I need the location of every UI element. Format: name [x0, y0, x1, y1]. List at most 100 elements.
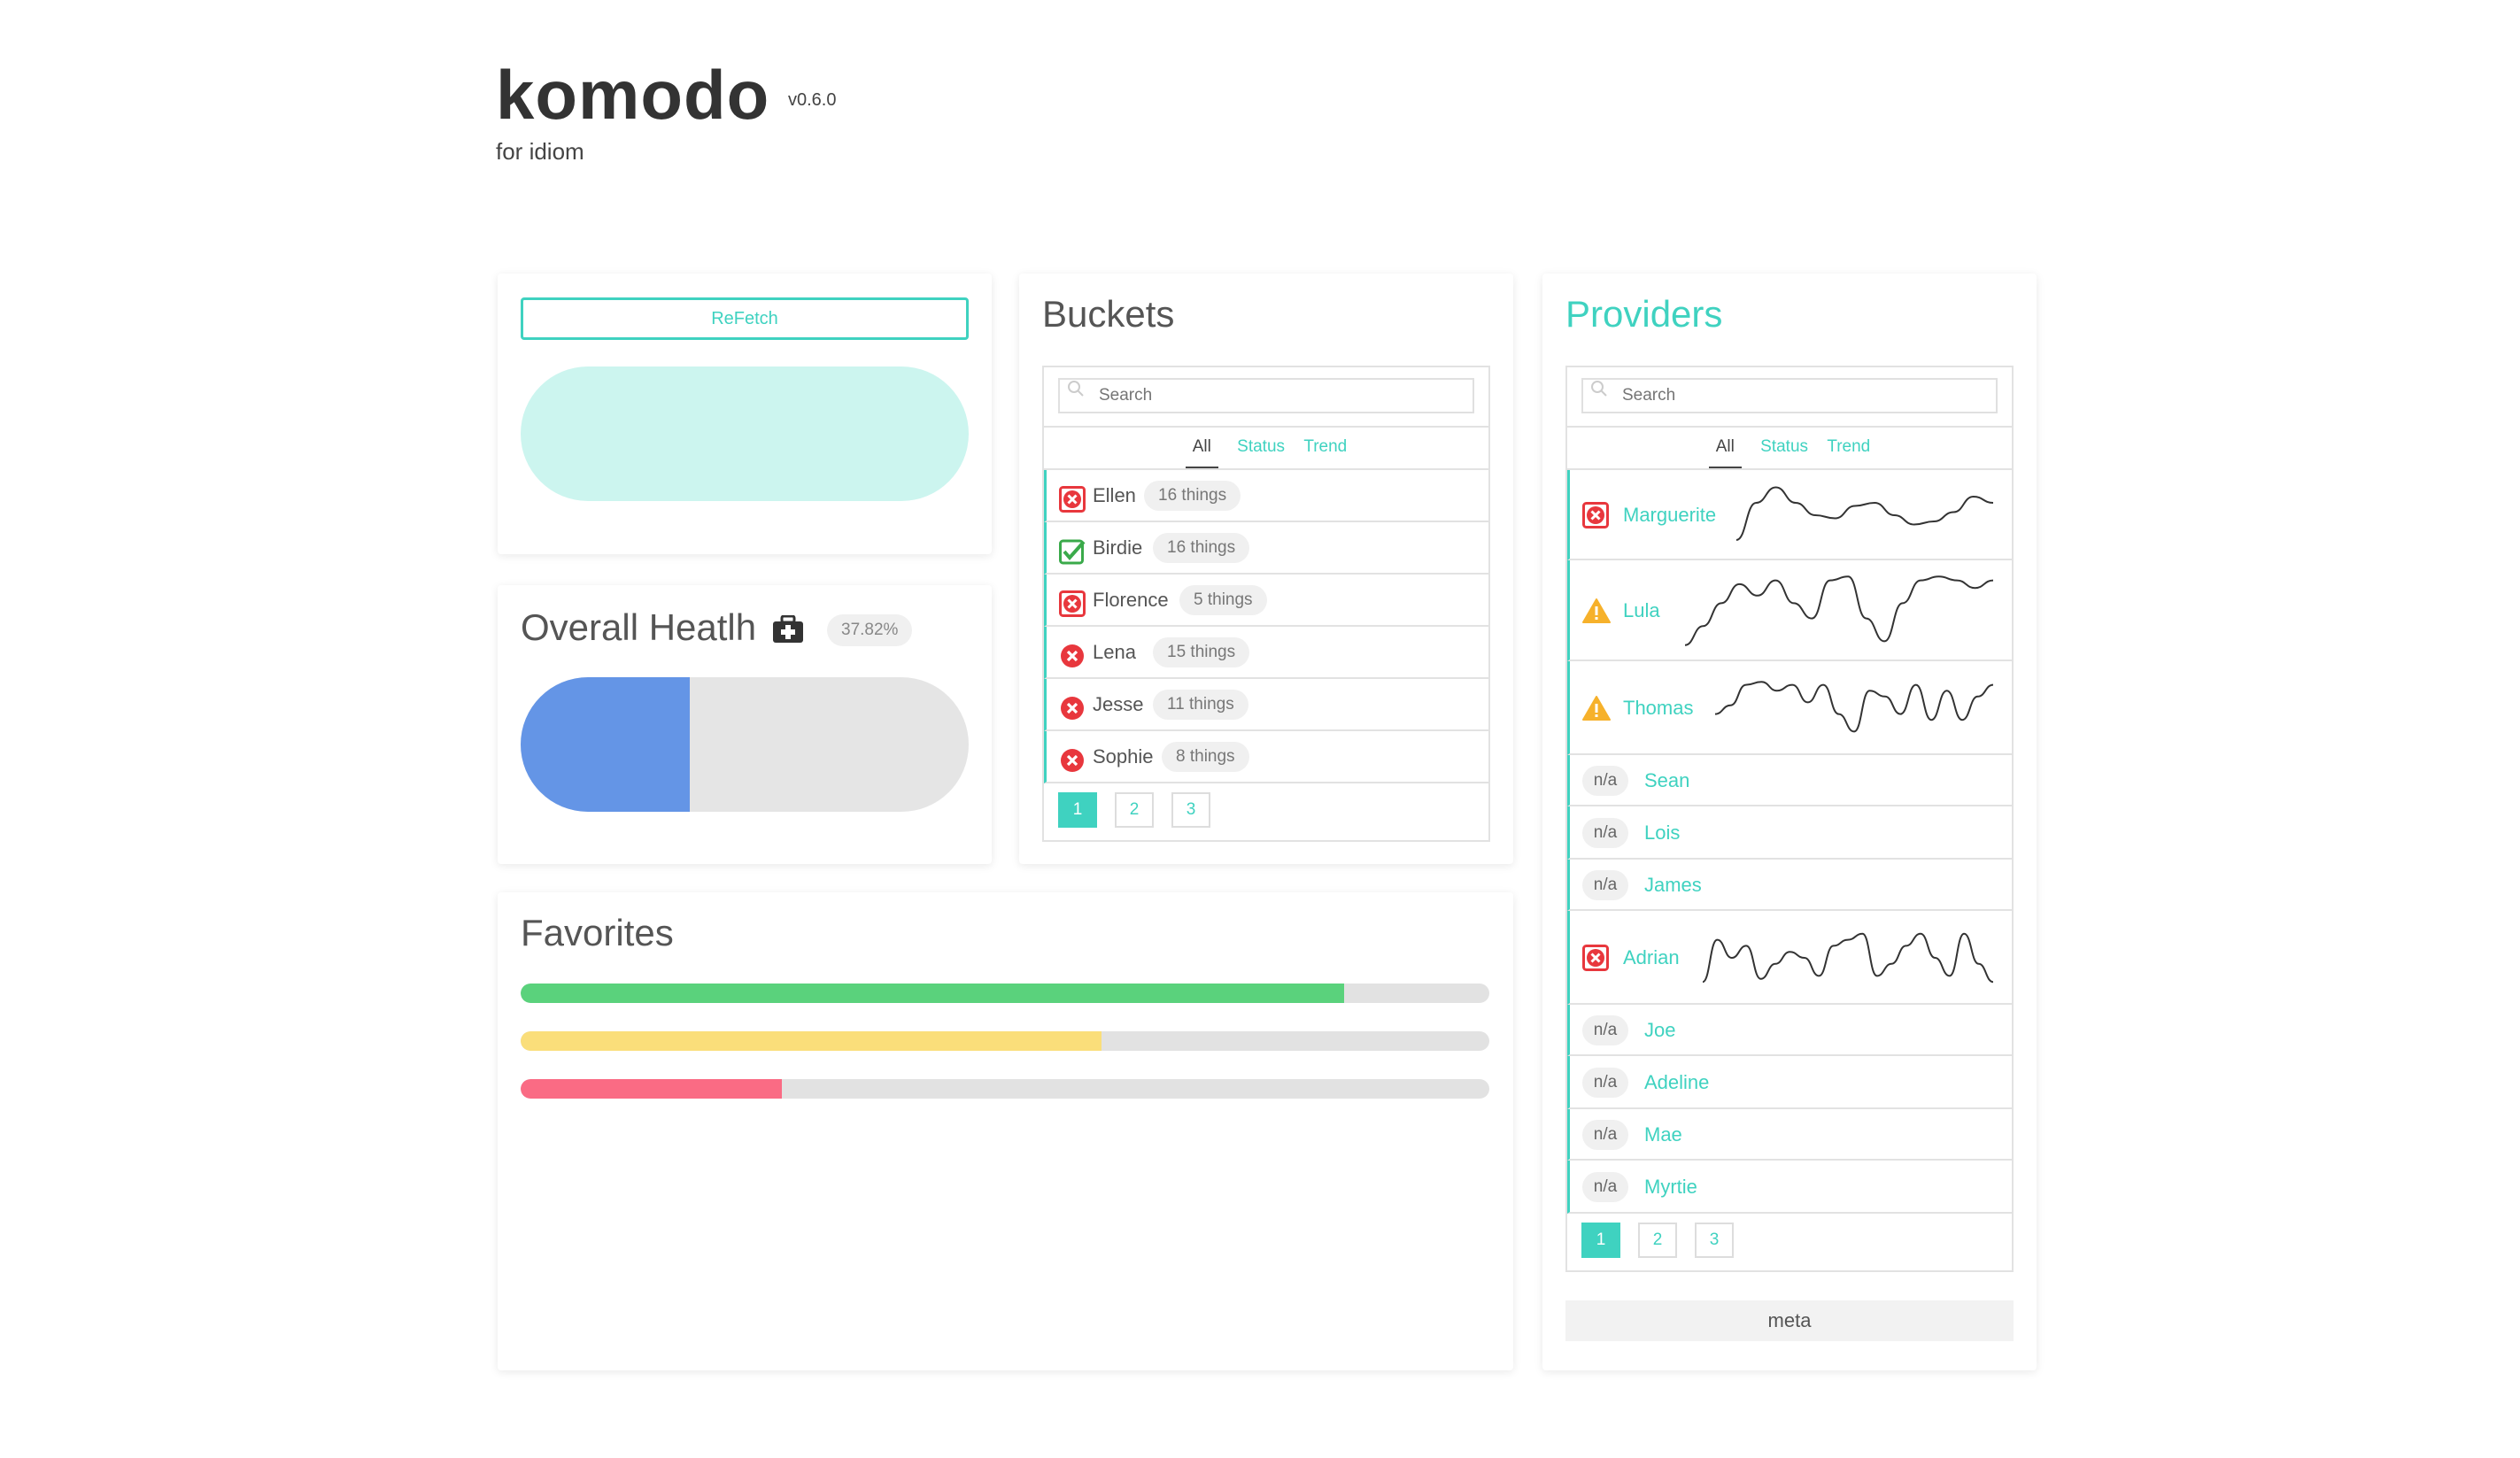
provider-row[interactable]: n/a Joe [1567, 1005, 2012, 1056]
health-progress-fill [521, 677, 691, 812]
provider-row[interactable]: n/a Myrtie [1567, 1161, 2012, 1214]
provider-name[interactable]: Joe [1644, 1019, 1675, 1042]
provider-name[interactable]: Adeline [1644, 1071, 1709, 1094]
buckets-search [1044, 367, 1488, 428]
page-button[interactable]: 2 [1115, 792, 1154, 828]
bucket-row[interactable]: Jesse 11 things [1044, 679, 1488, 731]
bucket-count-badge: 5 things [1179, 585, 1267, 615]
refetch-button[interactable]: ReFetch [521, 297, 969, 340]
provider-name[interactable]: Adrian [1623, 946, 1680, 969]
providers-search [1567, 367, 2012, 428]
na-badge: n/a [1582, 818, 1628, 848]
bucket-count-badge: 8 things [1162, 742, 1249, 772]
bucket-count-badge: 11 things [1153, 690, 1248, 720]
buckets-card: Buckets All Status Trend Ellen16 thingsB… [1019, 274, 1513, 864]
favorite-progress-bar [521, 1031, 1489, 1051]
app-header: komodo v0.6.0 for idiom [496, 55, 836, 166]
favorite-progress-bar [521, 1079, 1489, 1099]
na-badge: n/a [1582, 1120, 1628, 1150]
page-button[interactable]: 3 [1695, 1223, 1734, 1258]
health-progress-bar [521, 677, 969, 812]
trend-sparkline [1715, 681, 1993, 733]
favorite-progress-fill [521, 984, 1344, 1003]
error-square-icon [1582, 502, 1611, 528]
provider-name[interactable]: Mae [1644, 1123, 1682, 1146]
page-button[interactable]: 2 [1638, 1223, 1677, 1258]
app-subtitle: for idiom [496, 138, 584, 165]
na-badge: n/a [1582, 766, 1628, 796]
page-button[interactable]: 3 [1171, 792, 1210, 828]
app-title: komodo [496, 56, 770, 134]
bucket-row[interactable]: Florence 5 things [1044, 575, 1488, 627]
trend-sparkline [1736, 486, 1993, 541]
health-percent-badge: 37.82% [827, 614, 913, 646]
bucket-name: Jesse [1093, 693, 1144, 715]
error-circle-icon [1059, 695, 1086, 721]
provider-name[interactable]: James [1644, 874, 1702, 897]
trend-sparkline [1685, 575, 1993, 646]
health-title: Overall Heatlh [521, 606, 757, 648]
bucket-row[interactable]: Sophie 8 things [1044, 731, 1488, 783]
bucket-rows: Ellen 16 things Birdie 16 things Florence 5 t… [1044, 470, 1488, 783]
buckets-filter-tabs: All Status Trend [1044, 428, 1488, 470]
bucket-count-badge: 15 things [1153, 637, 1250, 667]
provider-rows: Marguerite Lula Thomas n/a Sean n/a Lois n/a Jam… [1567, 470, 2012, 1214]
providers-filter-tabs: All Status Trend [1567, 428, 2012, 470]
bucket-name: Florence [1093, 589, 1169, 611]
trend-sparkline [1703, 932, 1993, 984]
favorite-progress-bar [521, 984, 1489, 1003]
provider-row[interactable]: Thomas [1567, 661, 2012, 755]
bucket-row[interactable]: Birdie 16 things [1044, 522, 1488, 575]
favorite-progress-fill [521, 1079, 783, 1099]
tab-trend[interactable]: Trend [1303, 428, 1347, 467]
provider-name[interactable]: Sean [1644, 769, 1689, 792]
bucket-name: Lena [1093, 641, 1136, 663]
provider-row[interactable]: n/a Sean [1567, 755, 2012, 806]
bucket-row[interactable]: Lena 15 things [1044, 627, 1488, 679]
provider-name[interactable]: Lula [1623, 599, 1660, 622]
meta-button[interactable]: meta [1565, 1300, 2014, 1341]
error-square-icon [1582, 945, 1611, 971]
provider-name[interactable]: Marguerite [1623, 504, 1716, 527]
bucket-count-badge: 16 things [1144, 481, 1241, 511]
buckets-search-input[interactable] [1058, 378, 1474, 413]
page-button[interactable]: 1 [1058, 792, 1097, 828]
provider-row[interactable]: n/a Mae [1567, 1109, 2012, 1161]
tab-all[interactable]: All [1708, 428, 1742, 468]
provider-name[interactable]: Lois [1644, 822, 1680, 845]
warning-icon [1582, 695, 1611, 721]
favorites-card: Favorites [498, 892, 1513, 1370]
bucket-row[interactable]: Ellen 16 things [1044, 470, 1488, 522]
provider-name[interactable]: Thomas [1623, 697, 1693, 720]
favorite-progress-fill [521, 1031, 1102, 1051]
bucket-name: Ellen [1093, 484, 1136, 506]
na-badge: n/a [1582, 1172, 1628, 1202]
na-badge: n/a [1582, 1015, 1628, 1045]
provider-row[interactable]: Lula [1567, 560, 2012, 661]
checkmark-icon [1059, 538, 1086, 565]
bucket-name: Birdie [1093, 536, 1143, 559]
status-pill [521, 366, 969, 501]
na-badge: n/a [1582, 870, 1628, 900]
providers-pagination: 123 [1567, 1214, 2012, 1270]
health-card: Overall Heatlh 37.82% [498, 585, 992, 864]
page-button[interactable]: 1 [1581, 1223, 1620, 1258]
tab-status[interactable]: Status [1237, 428, 1285, 467]
na-badge: n/a [1582, 1068, 1628, 1098]
tab-trend[interactable]: Trend [1827, 428, 1870, 467]
error-circle-icon [1059, 747, 1086, 774]
provider-name[interactable]: Myrtie [1644, 1176, 1697, 1199]
tab-status[interactable]: Status [1760, 428, 1808, 467]
providers-search-input[interactable] [1581, 378, 1998, 413]
provider-row[interactable]: Marguerite [1567, 470, 2012, 560]
provider-row[interactable]: n/a Lois [1567, 806, 2012, 860]
buckets-pagination: 123 [1044, 783, 1488, 840]
bucket-name: Sophie [1093, 745, 1154, 768]
search-icon [1068, 381, 1084, 397]
provider-row[interactable]: n/a James [1567, 860, 2012, 911]
tab-all[interactable]: All [1185, 428, 1218, 468]
provider-row[interactable]: Adrian [1567, 911, 2012, 1005]
app-root: komodo v0.6.0 for idiom ReFetch Overall … [0, 0, 2520, 1458]
provider-row[interactable]: n/a Adeline [1567, 1056, 2012, 1109]
warning-icon [1582, 598, 1611, 624]
